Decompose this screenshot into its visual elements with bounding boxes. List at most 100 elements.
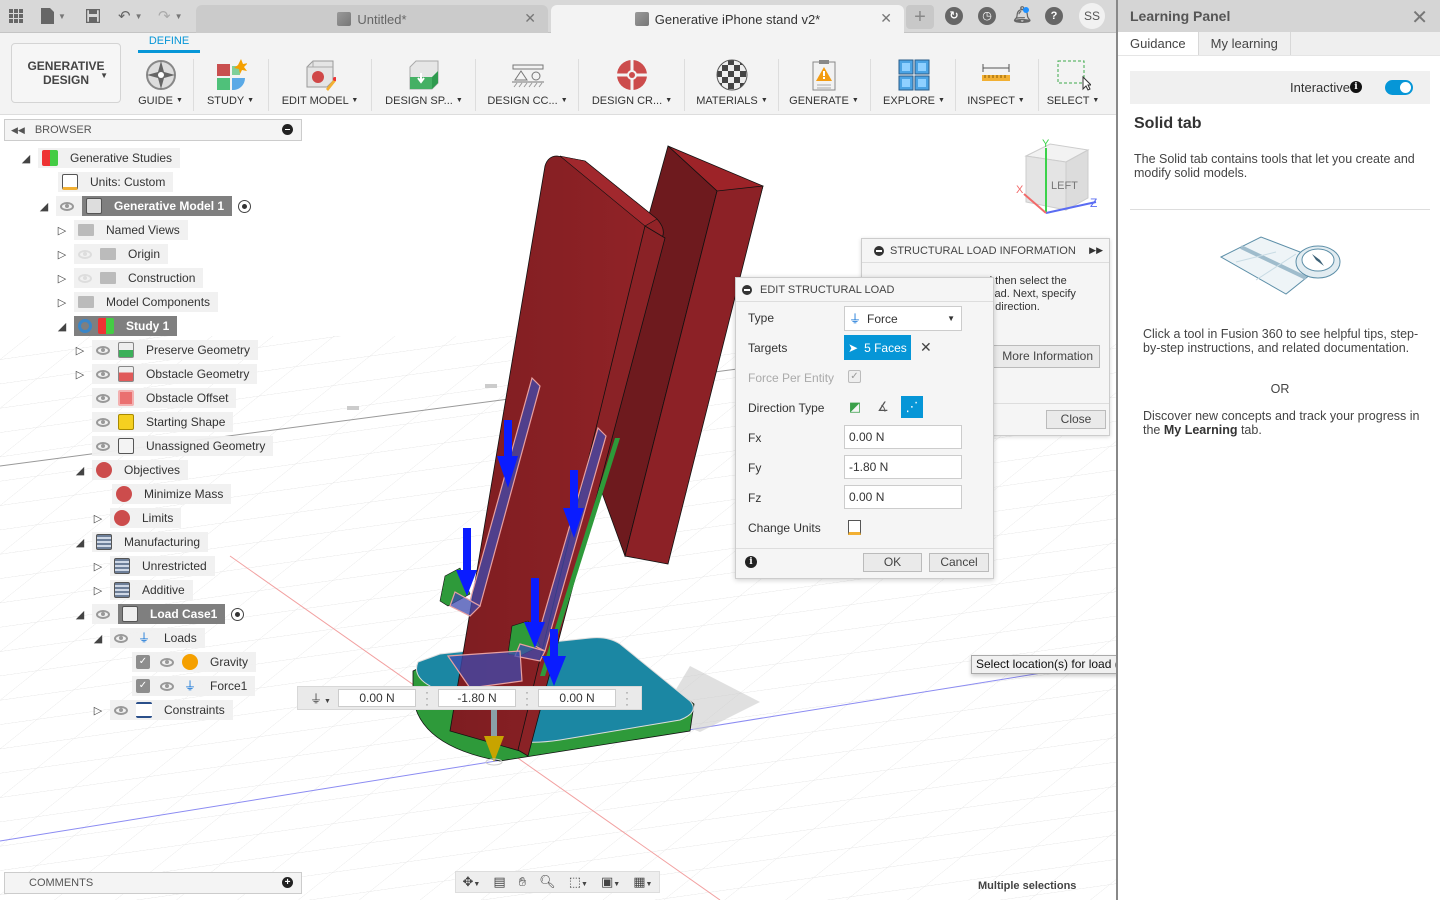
expand-toggle-icon[interactable]: ▷ [92,560,104,573]
force-per-entity-checkbox[interactable]: ✓ [848,370,861,383]
tree-item-starting-shape[interactable]: Starting Shape [92,412,234,432]
grid-settings-icon[interactable]: ▦▼ [633,874,652,890]
browser-panel-header[interactable]: ◀◀ BROWSER [4,119,302,141]
visibility-eye-icon[interactable] [96,393,110,403]
more-information-button[interactable]: More Information [986,345,1100,368]
targets-selection-button[interactable]: ➤ 5 Faces [844,335,911,360]
document-tab-iphone-stand[interactable]: Generative iPhone stand v2* ✕ [551,5,904,33]
tab-define[interactable]: DEFINE [138,35,200,53]
minimize-icon[interactable] [742,284,752,295]
change-units-icon[interactable] [848,520,861,535]
cancel-button[interactable]: Cancel [929,553,989,572]
ribbon-study[interactable]: STUDY ▼ [202,53,259,111]
direction-normal-icon[interactable]: ◩ [844,396,866,418]
expand-toggle-icon[interactable]: ▷ [92,584,104,597]
ribbon-materials[interactable]: MATERIALS ▼ [694,53,770,111]
info-icon[interactable]: i [745,556,757,568]
tree-item-additive[interactable]: ▷ Additive [92,580,193,600]
expand-toggle-icon[interactable]: ▷ [56,248,68,261]
tree-item-generative-model[interactable]: ◢ Generative Model 1 [38,196,252,216]
pan-hand-icon[interactable]: ✋︎ [519,874,526,890]
tree-item-preserve-geometry[interactable]: ▷ Preserve Geometry [74,340,259,360]
fz-input[interactable] [844,485,962,509]
tree-item-origin[interactable]: ▷ Origin [56,244,169,264]
collapse-browser-icon[interactable]: ◀◀ [11,125,25,136]
info-icon[interactable]: i [1350,81,1362,93]
browser-minimize-icon[interactable] [282,124,293,135]
tree-item-limits[interactable]: ▷ Limits [92,508,182,528]
force1-checkbox[interactable]: ✓ [136,679,150,693]
hidden-eye-icon[interactable] [78,273,92,283]
workspace-switcher[interactable]: GENERATIVE DESIGN ▼ [11,43,121,103]
expand-toggle-icon[interactable]: ▷ [56,224,68,237]
visibility-eye-icon[interactable] [160,657,174,667]
visibility-eye-icon[interactable] [96,609,110,619]
comments-panel[interactable]: COMMENTS + [4,872,302,894]
tree-item-constraints[interactable]: ▷ Constraints [92,700,233,720]
visibility-eye-icon[interactable] [60,201,74,211]
close-tab-icon[interactable]: ✕ [524,10,536,27]
tree-item-minimize-mass[interactable]: Minimize Mass [112,484,232,504]
drag-handle-icon[interactable]: · · · [616,686,638,710]
manipulator-fy-input[interactable] [438,689,516,707]
redo-button[interactable]: ↷ ▼ [158,6,183,26]
tree-item-named-views[interactable]: ▷ Named Views [56,220,188,240]
expand-toggle-icon[interactable]: ◢ [92,632,104,645]
expand-toggle-icon[interactable]: ◢ [74,464,86,477]
direction-vector-components-icon[interactable]: ⋰ [901,396,923,418]
tree-item-units[interactable]: Units: Custom [58,172,174,192]
expand-toggle-icon[interactable]: ◢ [20,152,32,165]
visibility-eye-icon[interactable] [96,345,110,355]
expand-toggle-icon[interactable]: ▷ [56,272,68,285]
help-icon[interactable]: ? [1045,7,1063,25]
undo-button[interactable]: ↶ ▼ [118,6,143,26]
visibility-eye-icon[interactable] [96,441,110,451]
expand-toggle-icon[interactable]: ▷ [92,512,104,525]
expand-toggle-icon[interactable]: ▷ [74,344,86,357]
visibility-eye-icon[interactable] [114,633,128,643]
new-tab-button[interactable]: + [906,5,934,29]
drag-handle-icon[interactable]: · · · [416,686,438,710]
tab-my-learning[interactable]: My learning [1199,32,1291,55]
ribbon-edit-model[interactable]: EDIT MODEL ▼ [278,53,362,111]
fx-input[interactable] [844,425,962,449]
tree-item-loads[interactable]: ◢ ⏚ Loads [92,628,205,648]
tree-item-obstacle-offset[interactable]: Obstacle Offset [92,388,237,408]
tree-item-generative-studies[interactable]: ◢ Generative Studies [20,148,181,168]
close-button[interactable]: Close [1046,410,1106,429]
add-comment-icon[interactable]: + [282,877,293,888]
manipulator-fz-input[interactable] [538,689,616,707]
view-cube[interactable]: LEFT Y Z X [1010,138,1110,228]
tree-item-gravity[interactable]: ✓ Gravity [132,652,257,672]
apps-grid-icon[interactable] [9,6,23,26]
expand-toggle-icon[interactable]: ▷ [56,296,68,309]
ribbon-generate[interactable]: GENERATE ▼ [788,53,860,111]
tree-item-load-case-1[interactable]: ◢ Load Case1 [74,604,245,624]
ok-button[interactable]: OK [863,553,922,572]
clear-selection-icon[interactable]: ✕ [920,339,932,356]
zoom-icon[interactable]: 🔍︎ [539,874,556,890]
save-button[interactable] [86,6,100,26]
tree-item-manufacturing[interactable]: ◢ Manufacturing [74,532,209,552]
look-at-icon[interactable]: ▤ [493,874,505,890]
drag-handle-icon[interactable]: · · · [516,686,538,710]
expand-toggle-icon[interactable]: ▷ [92,704,104,717]
tree-item-construction[interactable]: ▷ Construction [56,268,204,288]
job-status-icon[interactable]: ◷ [978,7,996,25]
ribbon-inspect[interactable]: INSPECT ▼ [964,53,1028,111]
expand-toggle-icon[interactable]: ▷ [74,368,86,381]
force-type-dropdown[interactable]: ⏚ ▼ [310,690,338,707]
tree-item-obstacle-geometry[interactable]: ▷ Obstacle Geometry [74,364,258,384]
extensions-icon[interactable]: ↻ [945,7,963,25]
manipulator-fx-input[interactable] [338,689,416,707]
close-tab-icon[interactable]: ✕ [880,10,892,27]
ribbon-design-criteria[interactable]: DESIGN CR... ▼ [590,53,674,111]
gravity-checkbox[interactable]: ✓ [136,655,150,669]
visibility-eye-icon[interactable] [96,417,110,427]
fy-input[interactable] [844,455,962,479]
expand-toggle-icon[interactable]: ◢ [74,536,86,549]
activate-radio[interactable] [231,607,245,621]
visibility-eye-icon[interactable] [160,681,174,691]
tree-item-study-1[interactable]: ◢ Study 1 [56,316,178,336]
tree-item-force-1[interactable]: ✓ ⏚ Force1 [132,676,256,696]
